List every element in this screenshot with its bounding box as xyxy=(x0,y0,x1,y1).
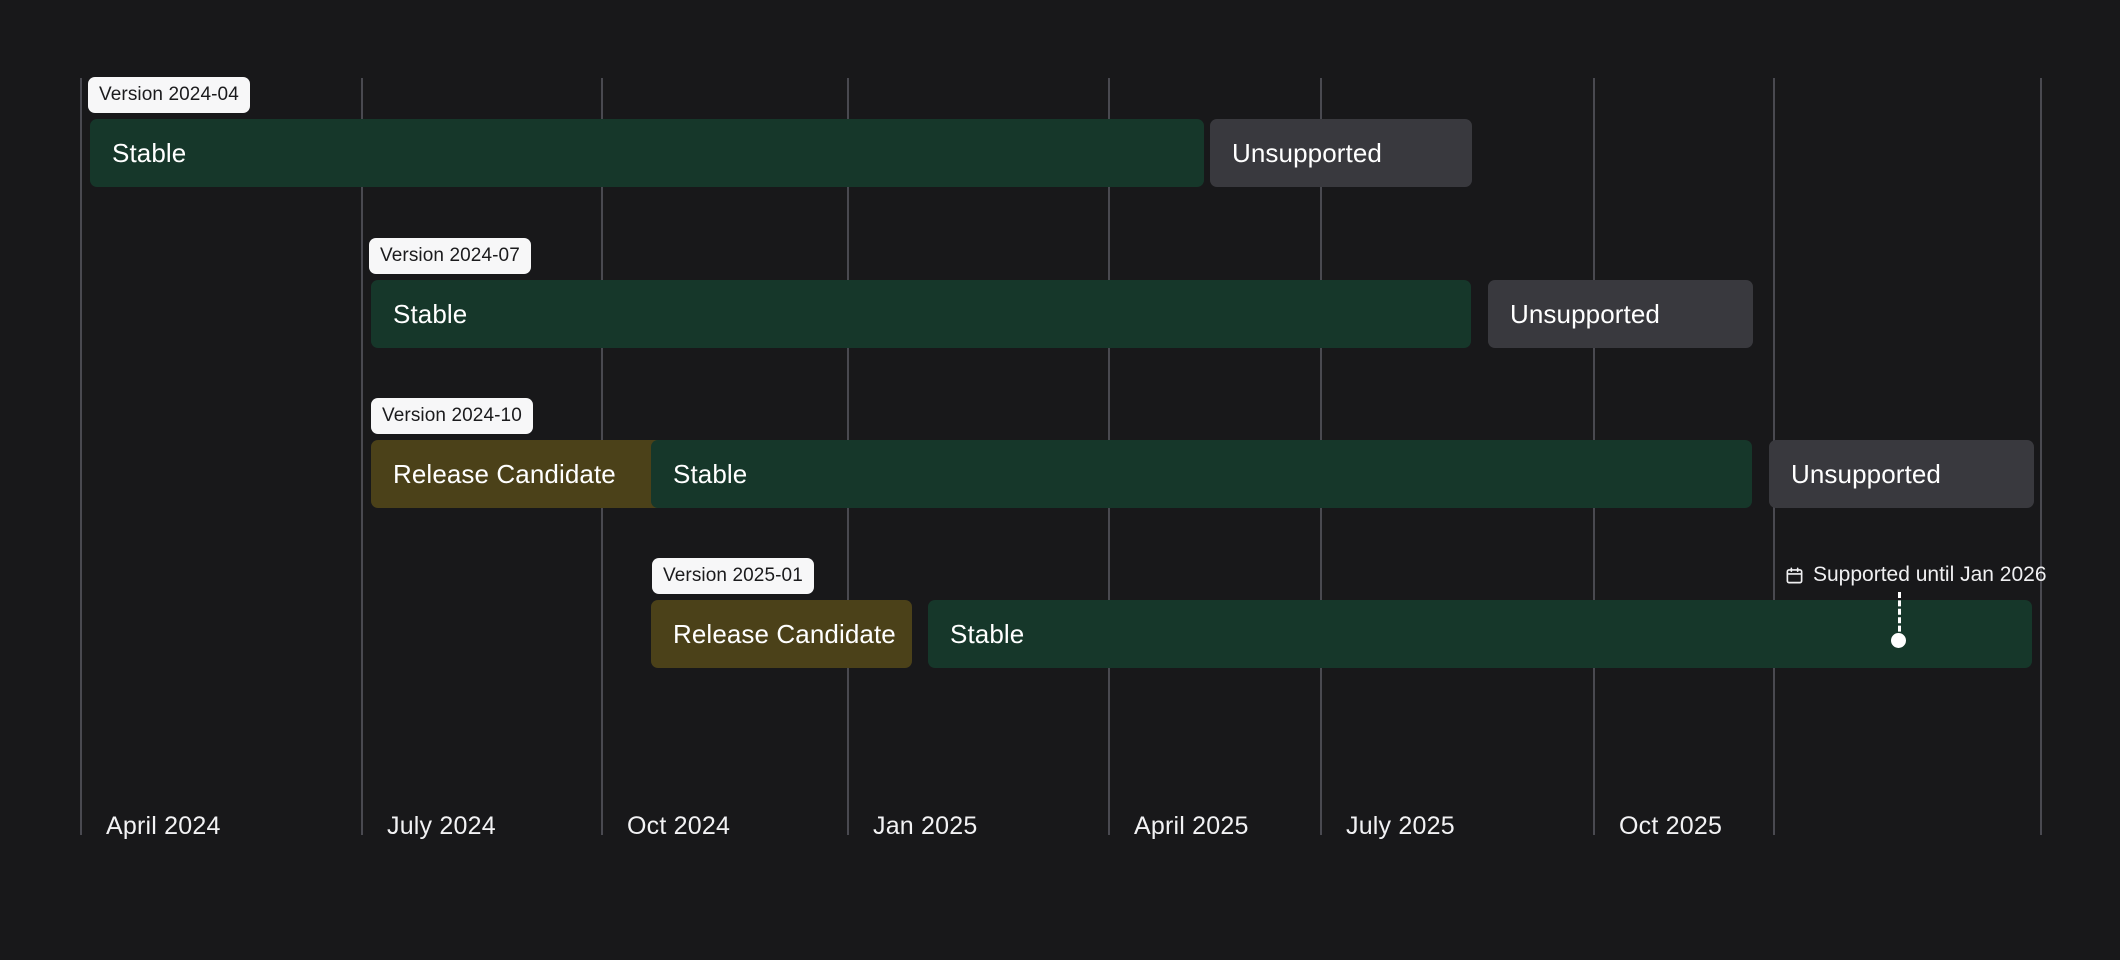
axis-tick-label: July 2024 xyxy=(387,812,496,841)
axis-tick-label: Oct 2025 xyxy=(1619,812,1722,841)
time-axis: April 2024 July 2024 Oct 2024 Jan 2025 April… xyxy=(0,0,2120,960)
timeline-chart: Version 2024-04StableUnsupportedVersion … xyxy=(0,0,2120,960)
axis-tick-label: April 2024 xyxy=(106,812,221,841)
axis-tick-label: Oct 2024 xyxy=(627,812,730,841)
axis-tick-label: April 2025 xyxy=(1134,812,1249,841)
axis-tick-label: July 2025 xyxy=(1346,812,1455,841)
axis-tick-label: Jan 2025 xyxy=(873,812,977,841)
